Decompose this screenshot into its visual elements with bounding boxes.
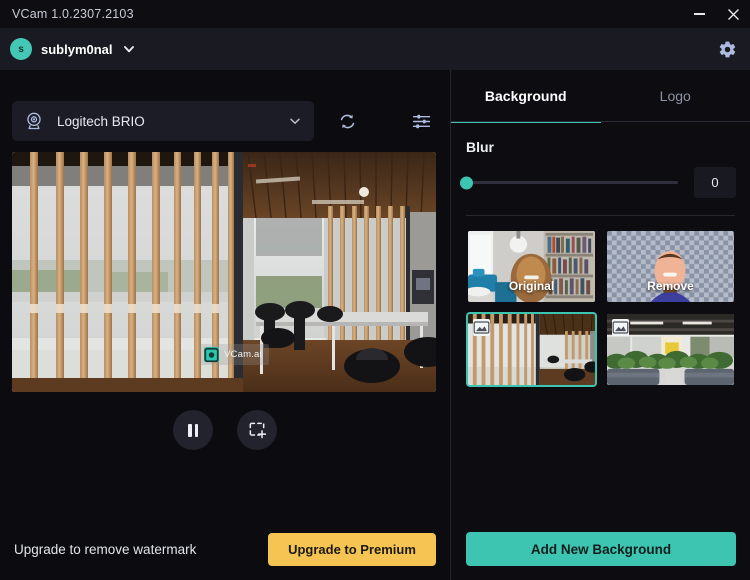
camera-select[interactable]: Logitech BRIO <box>12 101 314 141</box>
pause-icon <box>188 423 198 437</box>
camera-name: Logitech BRIO <box>57 113 145 129</box>
camera-toolbar: Logitech BRIO <box>12 101 438 141</box>
gear-icon <box>719 41 736 57</box>
refresh-icon <box>340 114 354 128</box>
crop-add-icon <box>249 422 267 439</box>
background-option-caption: Original <box>508 279 555 293</box>
panel-divider <box>466 215 735 216</box>
snapshot-button[interactable] <box>237 410 277 450</box>
pause-button[interactable] <box>173 410 213 450</box>
background-option-original[interactable]: Original <box>466 229 597 304</box>
close-button[interactable] <box>716 0 750 28</box>
watermark-notice: Upgrade to remove watermark <box>14 541 197 557</box>
image-icon <box>612 319 629 336</box>
panel-tabs: Background Logo <box>451 70 750 123</box>
blur-label: Blur <box>466 139 494 155</box>
tab-logo[interactable]: Logo <box>601 70 750 122</box>
blur-slider[interactable] <box>460 176 678 189</box>
minimize-icon <box>693 13 705 15</box>
background-option-office-slats[interactable] <box>466 312 597 387</box>
preview-controls <box>0 410 450 450</box>
settings-button[interactable] <box>718 40 737 59</box>
window-controls <box>682 0 750 28</box>
account-menu-button[interactable] <box>122 42 136 56</box>
webcam-icon <box>27 112 41 130</box>
upgrade-footer: Upgrade to remove watermark Upgrade to P… <box>0 518 450 580</box>
refresh-devices-button[interactable] <box>334 108 360 134</box>
vcam-logo-icon <box>204 347 219 362</box>
preview-panel: Logitech BRIO VCam.ai Upgrade to remove … <box>0 70 450 580</box>
upgrade-to-premium-button[interactable]: Upgrade to Premium <box>268 532 436 566</box>
tabs-divider <box>451 121 750 122</box>
blur-slider-thumb[interactable] <box>460 176 473 189</box>
close-icon <box>727 8 739 20</box>
minimize-button[interactable] <box>682 0 716 28</box>
settings-panel: Background Logo Blur 0 Original Remove A… <box>450 70 750 580</box>
watermark-text: VCam.ai <box>224 349 262 360</box>
video-preview[interactable]: VCam.ai <box>12 152 436 392</box>
avatar[interactable]: s <box>10 38 32 60</box>
tab-background[interactable]: Background <box>451 70 601 123</box>
background-option-office-plants[interactable] <box>605 312 736 387</box>
video-watermark: VCam.ai <box>200 344 269 365</box>
camera-settings-button[interactable] <box>408 108 434 134</box>
blur-value[interactable]: 0 <box>694 167 736 198</box>
title-bar: VCam 1.0.2307.2103 <box>0 0 750 28</box>
chevron-down-icon <box>123 46 134 53</box>
chevron-down-icon <box>290 118 300 124</box>
background-grid: Original Remove <box>466 229 736 387</box>
account-username: sublym0nal <box>41 41 113 57</box>
image-icon <box>473 319 490 336</box>
add-new-background-button[interactable]: Add New Background <box>466 532 736 566</box>
blur-control: 0 <box>460 167 736 198</box>
vcam-app-window: VCam 1.0.2307.2103 s sublym0nal Logitech… <box>0 0 750 580</box>
sliders-icon <box>412 114 430 128</box>
app-title: VCam 1.0.2307.2103 <box>12 7 134 21</box>
account-bar: s sublym0nal <box>0 28 750 70</box>
background-option-caption: Remove <box>647 279 694 293</box>
background-option-remove[interactable]: Remove <box>605 229 736 304</box>
